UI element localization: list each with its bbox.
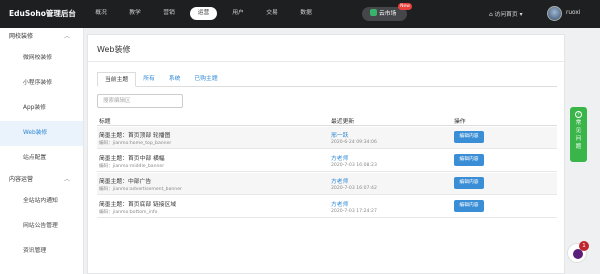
column-actions: 操作 xyxy=(454,119,466,125)
notification-count: 1 xyxy=(579,241,589,251)
table-row: 简墨主题：中部广告 编码：jianmo:advertisement_banner… xyxy=(97,173,557,195)
row-code: 编码：jianmo:home_top_banner xyxy=(99,141,172,146)
row-title: 简墨主题：首页底部 链接区域 xyxy=(99,202,177,208)
nav-teaching[interactable]: 教学 xyxy=(118,7,152,20)
column-updated: 最近更新 xyxy=(331,119,355,125)
nav-data[interactable]: 数据 xyxy=(289,7,323,20)
edit-content-button[interactable]: 编辑内容 xyxy=(454,131,484,143)
tab-all[interactable]: 所有 xyxy=(136,72,162,87)
sidebar-group-label: 内容运营 xyxy=(9,176,34,183)
theme-tabs: 当前主题 所有 系统 已购主题 xyxy=(97,72,557,87)
sidebar-item-site-notice[interactable]: 全站站内通知 xyxy=(0,189,83,214)
chevron-up-icon: ︿ xyxy=(63,33,70,40)
row-code: 编码：jianmo:middle_banner xyxy=(99,164,165,169)
row-title: 简墨主题：首页中部 横幅 xyxy=(99,156,165,162)
sidebar-group-content-ops[interactable]: 内容运营 ︿ xyxy=(0,171,83,189)
row-time: 2020-7-03 16:07:42 xyxy=(331,186,377,191)
sidebar: 网校装修 ︿ 微网校装修 小程序装修 App装修 Web装修 站点配置 内容运营… xyxy=(0,28,84,274)
row-time: 2020-6-24 09:34:06 xyxy=(331,140,377,145)
username[interactable]: ruoxi xyxy=(566,10,580,16)
notification-bubble[interactable]: 1 xyxy=(567,241,589,263)
avatar[interactable] xyxy=(547,6,562,21)
search-input[interactable] xyxy=(97,94,183,108)
faq-label: 常见问题 xyxy=(575,120,582,150)
edit-content-button[interactable]: 编辑内容 xyxy=(454,200,484,212)
table-header: 标题 最近更新 操作 xyxy=(97,115,557,126)
nav-marketing[interactable]: 营销 xyxy=(152,7,186,20)
row-editor-link[interactable]: 邢一跃 xyxy=(331,130,348,139)
tab-system[interactable]: 系统 xyxy=(162,72,188,87)
table-row: 简墨主题：首页底部 链接区域 编码：jianmo:bottom_info 方老师… xyxy=(97,196,557,218)
title-divider xyxy=(88,61,566,62)
row-title: 简墨主题：中部广告 xyxy=(99,179,152,185)
tab-current-theme[interactable]: 当前主题 xyxy=(97,72,137,87)
row-time: 2020-7-03 17:24:27 xyxy=(331,209,377,214)
row-editor-link[interactable]: 方老师 xyxy=(331,199,348,208)
row-editor-link[interactable]: 方老师 xyxy=(331,153,348,162)
top-navigation-bar: EduSoho管理后台 概况 教学 营销 运营 用户 交易 数据 云市场 New… xyxy=(0,0,600,28)
nav-users[interactable]: 用户 xyxy=(221,7,255,20)
cloud-market-button[interactable]: 云市场 New xyxy=(362,3,412,21)
sidebar-item-micro-school[interactable]: 微网校装修 xyxy=(0,46,83,71)
sidebar-item-mini-program[interactable]: 小程序装修 xyxy=(0,71,83,96)
main-panel: Web装修 当前主题 所有 系统 已购主题 标题 最近更新 操作 简墨主题：首页… xyxy=(87,34,566,274)
home-icon: ⌂ xyxy=(489,12,493,18)
row-code: 编码：jianmo:bottom_info xyxy=(99,210,158,215)
visit-home-link[interactable]: ⌂ 访问首页 ▾ xyxy=(489,9,523,18)
nav-trade[interactable]: 交易 xyxy=(255,7,289,20)
brand-title[interactable]: EduSoho管理后台 xyxy=(9,8,76,19)
row-title: 简墨主题：首页顶部 轮播图 xyxy=(99,133,171,139)
sidebar-item-site-config[interactable]: 站点配置 xyxy=(0,146,83,171)
sidebar-item-app[interactable]: App装修 xyxy=(0,96,83,121)
tab-purchased[interactable]: 已购主题 xyxy=(187,72,224,87)
column-title: 标题 xyxy=(99,119,111,125)
nav-operations[interactable]: 运营 xyxy=(190,7,217,20)
nav-overview[interactable]: 概况 xyxy=(84,7,118,20)
sidebar-group-label: 网校装修 xyxy=(9,33,34,40)
page-title: Web装修 xyxy=(97,45,131,54)
faq-float-button[interactable]: ? 常见问题 xyxy=(570,107,587,162)
cloud-market-icon xyxy=(370,9,377,16)
sidebar-item-web[interactable]: Web装修 xyxy=(0,121,83,146)
visit-home-label: 访问首页 xyxy=(494,12,518,18)
row-code: 编码：jianmo:advertisement_banner xyxy=(99,187,182,192)
edit-content-button[interactable]: 编辑内容 xyxy=(454,154,484,166)
sidebar-item-announcements[interactable]: 网站公告管理 xyxy=(0,214,83,239)
chevron-down-icon: ▾ xyxy=(519,12,523,18)
question-icon: ? xyxy=(575,111,582,118)
table-row: 简墨主题：首页顶部 轮播图 编码：jianmo:home_top_banner … xyxy=(97,127,557,149)
row-time: 2020-7-03 16:08:23 xyxy=(331,163,377,168)
table-row: 简墨主题：首页中部 横幅 编码：jianmo:middle_banner 方老师… xyxy=(97,150,557,172)
sidebar-group-school-decoration[interactable]: 网校装修 ︿ xyxy=(0,28,83,46)
row-editor-link[interactable]: 方老师 xyxy=(331,176,348,185)
new-badge: New xyxy=(398,3,412,10)
cloud-market-label: 云市场 xyxy=(379,11,397,17)
top-nav: 概况 教学 营销 运营 用户 交易 数据 xyxy=(84,7,323,21)
sidebar-item-news[interactable]: 资讯管理 xyxy=(0,239,83,264)
edit-content-button[interactable]: 编辑内容 xyxy=(454,177,484,189)
chevron-up-icon: ︿ xyxy=(63,176,70,183)
